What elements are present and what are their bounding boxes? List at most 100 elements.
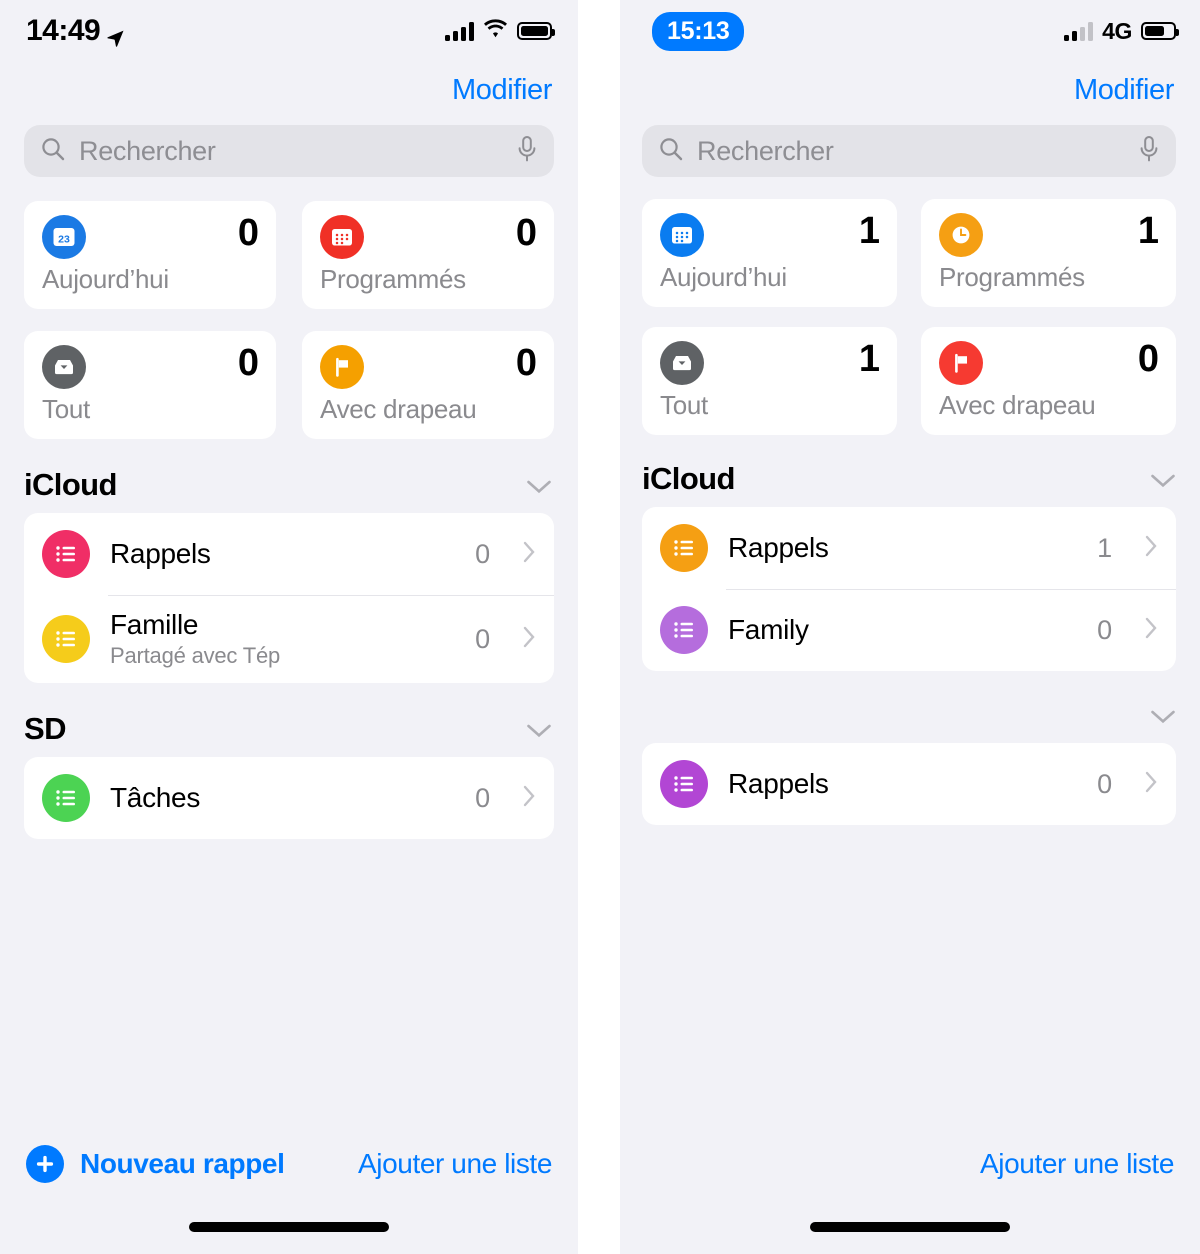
list-item-title: Rappels <box>728 532 829 563</box>
inbox-tray-icon <box>660 341 704 385</box>
add-list-button[interactable]: Ajouter une liste <box>358 1148 552 1180</box>
smart-list-card-flagged[interactable]: 0 Avec drapeau <box>921 327 1176 435</box>
home-indicator[interactable] <box>810 1222 1010 1232</box>
smart-list-card-scheduled[interactable]: 1 Programmés <box>921 199 1176 307</box>
calendar-day-icon: 23 <box>42 215 86 259</box>
list-item-subtitle: Partagé avec Tép <box>110 643 281 668</box>
microphone-icon[interactable] <box>516 135 538 168</box>
list-item[interactable]: Rappels 1 <box>642 507 1176 589</box>
svg-text:23: 23 <box>58 234 70 246</box>
list-group-sd-left: Tâches 0 <box>0 757 578 839</box>
edit-button[interactable]: Modifier <box>1074 74 1174 107</box>
wifi-icon <box>483 19 508 43</box>
cellular-bars-icon <box>445 21 474 41</box>
smart-list-label: Aujourd’hui <box>660 262 787 292</box>
list-item[interactable]: Rappels 0 <box>24 513 554 595</box>
list-item[interactable]: Rappels 0 <box>642 743 1176 825</box>
chevron-right-icon <box>1144 616 1158 645</box>
smart-list-count: 1 <box>858 210 880 252</box>
battery-high-icon <box>1141 22 1179 40</box>
smart-list-card-all[interactable]: 0 Tout <box>24 331 276 439</box>
list-item-count: 0 <box>475 538 490 569</box>
battery-full-icon <box>517 22 555 40</box>
search-input[interactable]: Rechercher <box>697 136 1125 167</box>
list-bullet-icon <box>42 774 90 822</box>
screenshot-comparison: 14:49 Modifier Rechercher 23 0 Aujourd’h… <box>0 0 1200 1254</box>
smart-lists-grid-right: 1 Aujourd’hui 1 Programmés 1 Tout 0 Avec… <box>620 177 1200 435</box>
list-item[interactable]: Tâches 0 <box>24 757 554 839</box>
flag-icon <box>939 341 983 385</box>
smart-list-label: Tout <box>42 394 90 424</box>
chevron-right-icon <box>522 625 536 654</box>
calendar-grid-icon <box>320 215 364 259</box>
smart-list-card-today[interactable]: 23 0 Aujourd’hui <box>24 201 276 309</box>
bottom-toolbar-right: Ajouter une liste <box>620 1128 1200 1200</box>
search-bar[interactable]: Rechercher <box>24 125 554 177</box>
microphone-icon[interactable] <box>1138 135 1160 168</box>
panel-gutter <box>578 0 620 1254</box>
section-header-icloud[interactable]: iCloud <box>0 439 578 513</box>
smart-list-label: Tout <box>660 390 708 420</box>
chevron-down-icon[interactable] <box>1150 697 1176 733</box>
smart-list-label: Programmés <box>320 264 466 294</box>
nav-bar-left: Modifier <box>0 62 578 107</box>
chevron-right-icon <box>522 784 536 813</box>
location-arrow-icon <box>106 22 125 47</box>
smart-list-count: 1 <box>1137 210 1159 252</box>
edit-button[interactable]: Modifier <box>452 74 552 107</box>
phone-screen-left: 14:49 Modifier Rechercher 23 0 Aujourd’h… <box>0 0 578 1254</box>
list-item-count: 0 <box>1097 614 1112 645</box>
status-time: 14:49 <box>26 14 101 47</box>
list-bullet-icon <box>660 760 708 808</box>
network-type-label: 4G <box>1102 17 1132 44</box>
add-list-button[interactable]: Ajouter une liste <box>980 1148 1174 1180</box>
smart-list-count: 0 <box>1137 338 1159 380</box>
list-item-title: Family <box>728 614 809 645</box>
smart-list-card-all[interactable]: 1 Tout <box>642 327 897 435</box>
new-reminder-label: Nouveau rappel <box>80 1148 285 1179</box>
search-area-left: Rechercher <box>0 107 578 177</box>
phone-screen-right: 15:13 4G Modifier Rechercher 1 Aujourd’h… <box>620 0 1200 1254</box>
plus-circle-icon <box>26 1145 64 1183</box>
smart-list-count: 0 <box>515 342 537 384</box>
list-group-icloud-right: Rappels 1 Family 0 <box>620 507 1200 671</box>
cellular-bars-icon <box>1064 21 1094 41</box>
status-bar-right: 15:13 4G <box>620 0 1200 62</box>
section-title: SD <box>24 711 66 746</box>
status-time-pill: 15:13 <box>652 11 745 51</box>
smart-list-card-scheduled[interactable]: 0 Programmés <box>302 201 554 309</box>
list-item[interactable]: Famille Partagé avec Tép 0 <box>24 595 554 683</box>
section-title: iCloud <box>24 467 117 502</box>
chevron-down-icon[interactable] <box>526 711 552 747</box>
smart-lists-grid-left: 23 0 Aujourd’hui 0 Programmés 0 Tout 0 A… <box>0 177 578 439</box>
search-area-right: Rechercher <box>620 107 1200 177</box>
section-header-untitled[interactable] <box>620 671 1200 743</box>
status-clock-right: 15:13 <box>652 11 745 51</box>
search-bar[interactable]: Rechercher <box>642 125 1176 177</box>
chevron-down-icon[interactable] <box>1150 461 1176 497</box>
list-bullet-icon <box>660 606 708 654</box>
nav-bar-right: Modifier <box>620 62 1200 107</box>
section-header-icloud[interactable]: iCloud <box>620 435 1200 507</box>
section-header-sd[interactable]: SD <box>0 683 578 757</box>
smart-list-label: Avec drapeau <box>320 394 477 424</box>
smart-list-card-flagged[interactable]: 0 Avec drapeau <box>302 331 554 439</box>
new-reminder-button[interactable]: Nouveau rappel <box>26 1145 285 1183</box>
bottom-toolbar-left: Nouveau rappel Ajouter une liste <box>0 1128 578 1200</box>
list-item[interactable]: Family 0 <box>642 589 1176 671</box>
smart-list-count: 1 <box>858 338 880 380</box>
list-item-title: Rappels <box>728 768 829 799</box>
smart-list-count: 0 <box>237 212 259 254</box>
list-bullet-icon <box>660 524 708 572</box>
home-indicator-area-right <box>620 1200 1200 1254</box>
list-group-untitled-right: Rappels 0 <box>620 743 1200 825</box>
status-clock-left: 14:49 <box>26 14 125 48</box>
clock-icon <box>939 213 983 257</box>
home-indicator[interactable] <box>189 1222 389 1232</box>
chevron-down-icon[interactable] <box>526 467 552 503</box>
search-input[interactable]: Rechercher <box>79 136 503 167</box>
smart-list-label: Aujourd’hui <box>42 264 169 294</box>
list-item-count: 0 <box>475 623 490 654</box>
smart-list-card-today[interactable]: 1 Aujourd’hui <box>642 199 897 307</box>
